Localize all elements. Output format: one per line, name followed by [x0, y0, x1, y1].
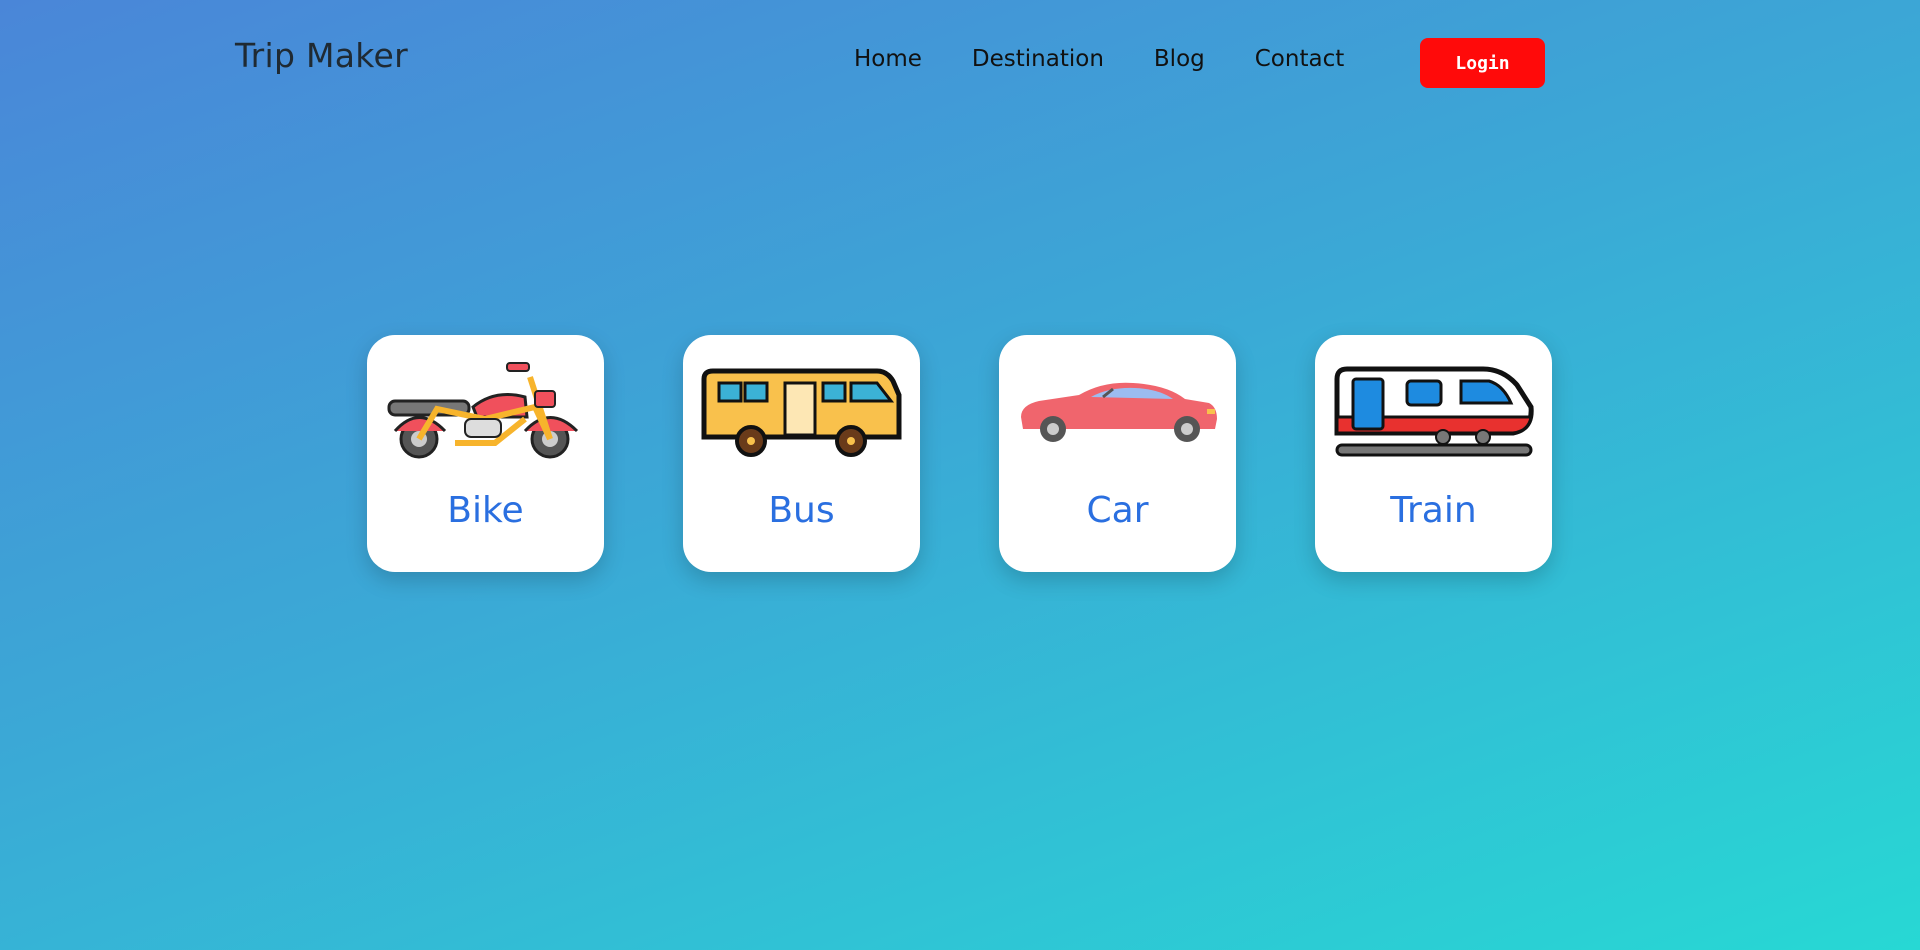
card-label: Train	[1390, 490, 1477, 531]
card-label: Bike	[447, 490, 524, 531]
brand-logo[interactable]: Trip Maker	[235, 36, 408, 75]
bus-icon	[701, 368, 902, 457]
card-car[interactable]: Car	[999, 335, 1236, 572]
nav-home[interactable]: Home	[854, 46, 922, 72]
card-label: Bus	[768, 490, 835, 531]
car-icon	[1021, 382, 1217, 442]
transport-cards: Bike Bus Car Train	[367, 335, 1552, 572]
nav-blog[interactable]: Blog	[1154, 46, 1205, 72]
card-label: Car	[1086, 490, 1149, 531]
motorcycle-icon	[387, 362, 579, 459]
card-bike[interactable]: Bike	[367, 335, 604, 572]
nav-contact[interactable]: Contact	[1255, 46, 1344, 72]
train-icon	[1334, 366, 1534, 457]
nav-destination[interactable]: Destination	[972, 46, 1104, 72]
card-bus[interactable]: Bus	[683, 335, 920, 572]
login-button[interactable]: Login	[1420, 38, 1545, 88]
card-train[interactable]: Train	[1315, 335, 1552, 572]
main-nav: Home Destination Blog Contact	[854, 46, 1394, 72]
